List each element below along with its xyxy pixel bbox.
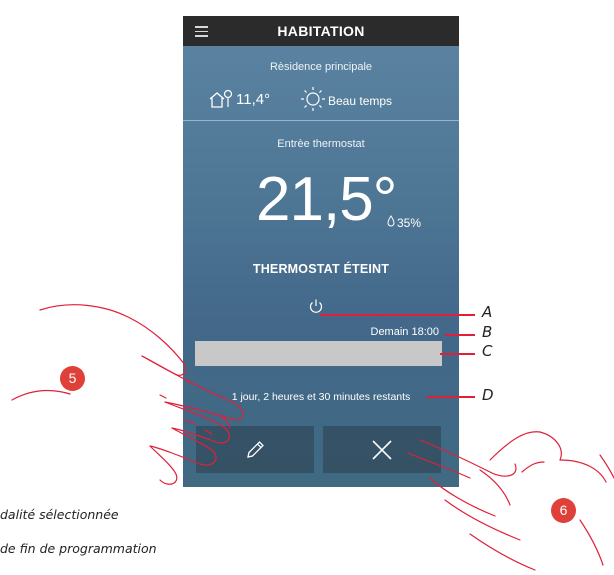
pencil-icon: [247, 440, 264, 458]
outdoor-temperature: 11,4°: [236, 91, 271, 108]
humidity-value: 35%: [397, 216, 422, 230]
caption-line-1: dalité sélectionnée: [0, 507, 119, 522]
callout-label-b: B: [482, 323, 493, 341]
humidity-drop-icon: [387, 215, 395, 227]
phone-screen: HABITATION Rèsidence principale 11,4° Be…: [183, 16, 459, 487]
cancel-button[interactable]: [323, 426, 441, 473]
sun-icon: [301, 87, 325, 111]
callout-line-d: [427, 396, 475, 398]
callout-label-d: D: [482, 386, 494, 404]
page-title: HABITATION: [277, 23, 365, 39]
step-badge-5: 5: [60, 366, 85, 391]
residence-name: Rèsidence principale: [269, 61, 373, 73]
house-thermometer-icon: [209, 89, 233, 108]
progress-bar: [195, 341, 442, 366]
divider: [183, 120, 459, 121]
current-temperature: 21,5°: [256, 165, 397, 234]
callout-line-b: [445, 334, 475, 336]
power-icon[interactable]: [308, 298, 324, 314]
weather-condition: Beau temps: [328, 94, 393, 108]
program-end-time: Demain 18:00: [370, 326, 440, 338]
step-badge-6: 6: [551, 498, 576, 523]
thermostat-status: THERMOSTAT ÉTEINT: [252, 262, 390, 276]
callout-line-c: [440, 353, 475, 355]
edit-button[interactable]: [196, 426, 314, 473]
callout-label-a: A: [482, 303, 493, 321]
thermostat-name: Entrèe thermostat: [277, 138, 365, 150]
top-bar: HABITATION: [183, 16, 459, 46]
time-remaining: 1 jour, 2 heures et 30 minutes restants: [231, 391, 411, 403]
callout-line-a: [320, 314, 475, 316]
close-icon: [372, 439, 392, 460]
caption-line-2: de fin de programmation: [0, 541, 157, 556]
callout-label-c: C: [482, 342, 493, 360]
